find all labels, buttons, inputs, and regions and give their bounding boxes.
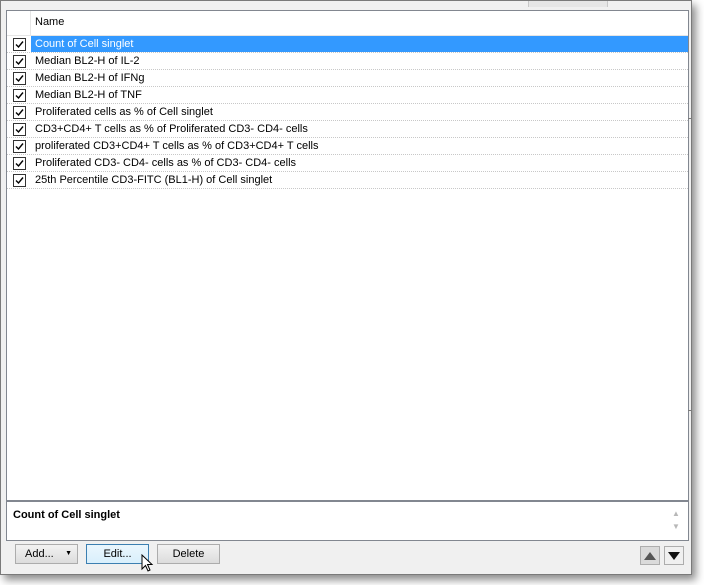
list-item[interactable]: Median BL2-H of IL-2 [7, 53, 688, 70]
item-checkbox[interactable] [13, 174, 26, 187]
list-rows: Count of Cell singlet Median BL2-H of IL-… [7, 36, 688, 189]
move-up-button[interactable] [640, 546, 660, 565]
triangle-up-icon [644, 552, 656, 560]
checkmark-icon [15, 75, 24, 83]
list-item-label: 25th Percentile CD3-FITC (BL1-H) of Cell… [35, 174, 273, 186]
checkmark-icon [15, 41, 24, 49]
item-checkbox[interactable] [13, 123, 26, 136]
checkbox-column-header [7, 11, 31, 35]
list-item[interactable]: 25th Percentile CD3-FITC (BL1-H) of Cell… [7, 172, 688, 189]
triangle-down-icon [668, 552, 680, 560]
checkmark-icon [15, 58, 24, 66]
add-button-label: Add... [25, 548, 54, 560]
mouse-pointer-icon [141, 554, 154, 572]
list-item-label: Count of Cell singlet [35, 38, 134, 50]
item-checkbox[interactable] [13, 38, 26, 51]
edit-button-label: Edit... [103, 548, 132, 560]
checkmark-icon [15, 160, 24, 168]
list-item-label: Median BL2-H of IFNg [35, 72, 145, 84]
list-item[interactable]: proliferated CD3+CD4+ T cells as % of CD… [7, 138, 688, 155]
item-checkbox[interactable] [13, 140, 26, 153]
item-checkbox[interactable] [13, 89, 26, 102]
list-item-label: Median BL2-H of TNF [35, 89, 142, 101]
description-text: Count of Cell singlet [13, 509, 120, 521]
move-down-button[interactable] [664, 546, 684, 565]
checkmark-icon [15, 109, 24, 117]
delete-button[interactable]: Delete [157, 544, 220, 564]
scroll-down-icon[interactable]: ▼ [671, 522, 681, 532]
edit-button[interactable]: Edit... [86, 544, 149, 564]
list-item[interactable]: Count of Cell singlet [7, 36, 688, 53]
column-header-name[interactable]: Name [35, 16, 64, 28]
chevron-down-icon[interactable]: ▼ [65, 550, 72, 557]
list-item-label: Median BL2-H of IL-2 [35, 55, 140, 67]
list-item-label: Proliferated CD3- CD4- cells as % of CD3… [35, 157, 297, 169]
item-checkbox[interactable] [13, 55, 26, 68]
checkmark-icon [15, 143, 24, 151]
list-header: Name [7, 11, 688, 36]
list-item-label: Proliferated cells as % of Cell singlet [35, 106, 213, 118]
checkmark-icon [15, 126, 24, 134]
item-checkbox[interactable] [13, 106, 26, 119]
item-checkbox[interactable] [13, 157, 26, 170]
tab-strip [528, 1, 608, 7]
list-item[interactable]: Proliferated cells as % of Cell singlet [7, 104, 688, 121]
list-item-label: CD3+CD4+ T cells as % of Proliferated CD… [35, 123, 308, 135]
list-item[interactable]: Median BL2-H of TNF [7, 87, 688, 104]
resize-tick [688, 410, 691, 411]
add-button[interactable]: Add... ▼ [15, 544, 78, 564]
statistics-list[interactable]: Name Count of Cell singlet Median BL2-H o… [6, 10, 689, 501]
resize-tick [688, 118, 691, 119]
list-item-label: proliferated CD3+CD4+ T cells as % of CD… [35, 140, 319, 152]
list-item[interactable]: Proliferated CD3- CD4- cells as % of CD3… [7, 155, 688, 172]
checkmark-icon [15, 92, 24, 100]
description-box[interactable]: Count of Cell singlet ▲ ▼ [6, 501, 689, 541]
delete-button-label: Delete [172, 548, 205, 560]
list-item[interactable]: Median BL2-H of IFNg [7, 70, 688, 87]
list-item[interactable]: CD3+CD4+ T cells as % of Proliferated CD… [7, 121, 688, 138]
statistics-window: Name Count of Cell singlet Median BL2-H o… [0, 0, 692, 575]
scroll-up-icon[interactable]: ▲ [671, 509, 681, 519]
checkmark-icon [15, 177, 24, 185]
item-checkbox[interactable] [13, 72, 26, 85]
